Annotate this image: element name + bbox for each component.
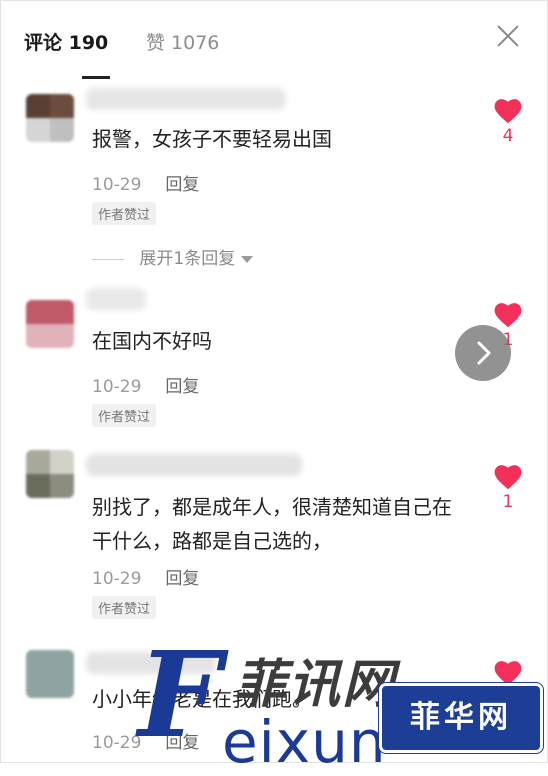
heart-icon xyxy=(494,99,522,124)
username[interactable] xyxy=(86,88,286,110)
like-button[interactable]: 1 xyxy=(494,464,522,512)
comment-tabs: 评论 190 赞 1076 xyxy=(0,0,548,80)
author-liked-badge: 作者赞过 xyxy=(92,404,157,427)
author-liked-badge: 作者赞过 xyxy=(92,596,157,619)
avatar[interactable] xyxy=(26,94,74,142)
watermark: F 菲讯网 eixun 菲华网 xyxy=(138,625,548,776)
comment-date: 10-29 xyxy=(92,377,142,397)
comment-text: 在国内不好吗 xyxy=(92,329,212,353)
close-icon[interactable] xyxy=(494,22,522,50)
caret-down-icon xyxy=(241,255,254,263)
active-tab-indicator xyxy=(82,76,110,79)
comment-text: 报警，女孩子不要轻易出国 xyxy=(92,127,332,151)
like-count: 4 xyxy=(502,126,514,146)
watermark-chinese: 菲讯网 xyxy=(234,654,397,715)
next-button[interactable] xyxy=(455,325,511,381)
comment-date: 10-29 xyxy=(92,733,142,753)
avatar[interactable] xyxy=(26,650,74,698)
reply-button[interactable]: 回复 xyxy=(165,377,199,397)
comment-text: 别找了，都是成年人，很清楚知道自己在干什么，路都是自己选的， xyxy=(92,495,452,553)
heart-icon xyxy=(494,465,522,490)
comment-date: 10-29 xyxy=(92,175,142,195)
reply-button[interactable]: 回复 xyxy=(165,175,199,195)
watermark-latin: eixun xyxy=(222,708,387,776)
like-button[interactable]: 4 xyxy=(494,98,522,146)
expand-replies-label: 展开1条回复 xyxy=(139,249,236,269)
tab-likes[interactable]: 赞 1076 xyxy=(146,28,219,55)
watermark-letter: F xyxy=(138,625,222,764)
author-liked-badge: 作者赞过 xyxy=(92,202,157,225)
comment-meta: 10-29 回复 xyxy=(92,564,199,589)
avatar[interactable] xyxy=(26,450,74,498)
expand-replies-button[interactable]: 展开1条回复 xyxy=(92,244,254,269)
tab-comments[interactable]: 评论 190 xyxy=(24,28,108,55)
comment-meta: 10-29 回复 xyxy=(92,170,199,195)
watermark-badge: 菲华网 xyxy=(382,686,540,750)
like-count: 1 xyxy=(502,492,514,512)
heart-icon xyxy=(494,303,522,328)
avatar[interactable] xyxy=(26,300,74,348)
reply-button[interactable]: 回复 xyxy=(165,569,199,589)
username[interactable] xyxy=(86,454,302,476)
chevron-right-icon xyxy=(477,341,491,365)
username[interactable] xyxy=(86,288,146,310)
comment-date: 10-29 xyxy=(92,569,142,589)
comment-meta: 10-29 回复 xyxy=(92,372,199,397)
